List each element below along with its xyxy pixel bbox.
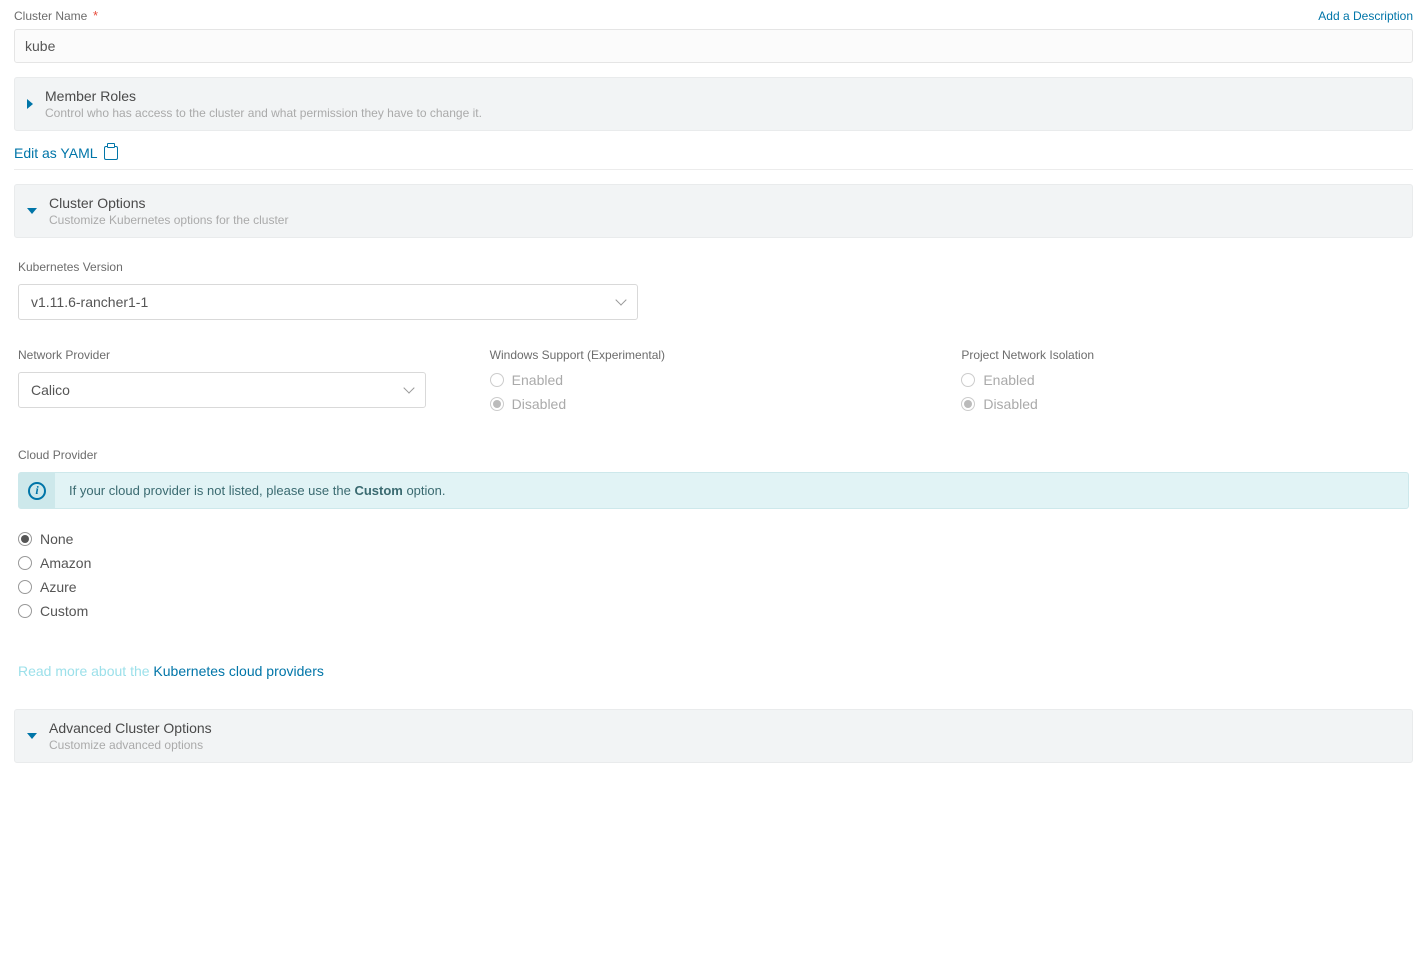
windows-disabled-radio: Disabled — [490, 396, 938, 412]
radio-icon — [18, 580, 32, 594]
cloud-azure-radio[interactable]: Azure — [18, 579, 1409, 595]
cloud-provider-label: Cloud Provider — [18, 448, 1409, 462]
k8s-version-select[interactable]: v1.11.6-rancher1-1 — [18, 284, 638, 320]
pni-label: Project Network Isolation — [961, 348, 1409, 362]
radio-icon — [961, 373, 975, 387]
k8s-version-label: Kubernetes Version — [18, 260, 1409, 274]
cloud-provider-read-more: Read more about the Kubernetes cloud pro… — [18, 663, 1409, 679]
advanced-options-subtitle: Customize advanced options — [49, 738, 1400, 752]
advanced-options-panel-header[interactable]: Advanced Cluster Options Customize advan… — [14, 709, 1413, 763]
info-icon: i — [28, 482, 46, 500]
cloud-custom-radio[interactable]: Custom — [18, 603, 1409, 619]
member-roles-title: Member Roles — [45, 88, 1400, 104]
cloud-none-radio[interactable]: None — [18, 531, 1409, 547]
chevron-down-icon — [27, 733, 37, 739]
radio-icon — [18, 604, 32, 618]
cloud-provider-info-banner: i If your cloud provider is not listed, … — [18, 472, 1409, 509]
network-provider-value: Calico — [31, 382, 70, 398]
edit-as-yaml-link[interactable]: Edit as YAML — [14, 145, 98, 161]
network-provider-select[interactable]: Calico — [18, 372, 426, 408]
radio-icon — [490, 373, 504, 387]
radio-icon — [490, 397, 504, 411]
radio-icon — [18, 556, 32, 570]
clipboard-icon[interactable] — [104, 146, 118, 160]
pni-enabled-radio: Enabled — [961, 372, 1409, 388]
cluster-options-panel-header[interactable]: Cluster Options Customize Kubernetes opt… — [14, 184, 1413, 238]
radio-icon — [18, 532, 32, 546]
chevron-right-icon — [27, 99, 33, 109]
windows-support-label: Windows Support (Experimental) — [490, 348, 938, 362]
member-roles-subtitle: Control who has access to the cluster an… — [45, 106, 1400, 120]
pni-disabled-radio: Disabled — [961, 396, 1409, 412]
cluster-name-label: Cluster Name * — [14, 8, 98, 23]
cluster-options-title: Cluster Options — [49, 195, 1400, 211]
required-asterisk: * — [93, 8, 98, 23]
cloud-amazon-radio[interactable]: Amazon — [18, 555, 1409, 571]
network-provider-label: Network Provider — [18, 348, 466, 362]
radio-icon — [961, 397, 975, 411]
cluster-options-body: Kubernetes Version v1.11.6-rancher1-1 Ne… — [14, 238, 1413, 709]
k8s-version-value: v1.11.6-rancher1-1 — [31, 294, 148, 310]
k8s-cloud-providers-link[interactable]: Kubernetes cloud providers — [153, 663, 323, 679]
windows-enabled-radio: Enabled — [490, 372, 938, 388]
add-description-link[interactable]: Add a Description — [1318, 9, 1413, 23]
cloud-provider-info-text: If your cloud provider is not listed, pl… — [55, 473, 459, 508]
advanced-options-title: Advanced Cluster Options — [49, 720, 1400, 736]
chevron-down-icon — [27, 208, 37, 214]
cluster-name-input[interactable] — [14, 29, 1413, 63]
chevron-down-icon — [403, 382, 414, 393]
chevron-down-icon — [615, 294, 626, 305]
member-roles-panel-header[interactable]: Member Roles Control who has access to t… — [14, 77, 1413, 131]
cluster-options-subtitle: Customize Kubernetes options for the clu… — [49, 213, 1400, 227]
